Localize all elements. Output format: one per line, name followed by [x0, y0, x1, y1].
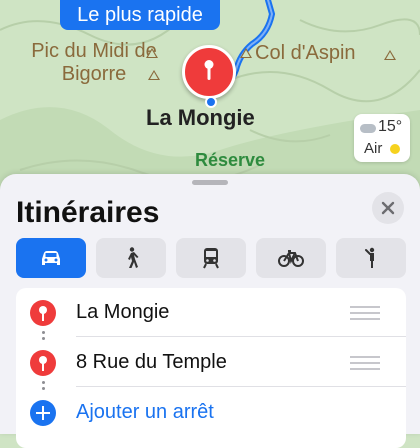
stop-label: La Mongie [76, 301, 170, 323]
add-stop-button[interactable]: Ajouter un arrêt [16, 388, 406, 436]
sheet-grabber[interactable] [192, 180, 228, 185]
divider [76, 336, 406, 337]
stop-label: 8 Rue du Temple [76, 351, 227, 373]
peak-icon [240, 48, 252, 58]
mode-transit-button[interactable] [176, 238, 246, 278]
mode-walk-button[interactable] [96, 238, 166, 278]
reorder-handle-icon[interactable] [350, 306, 380, 320]
close-icon [381, 201, 395, 215]
cloud-icon [360, 124, 376, 133]
route-stops-list: La Mongie 8 Rue du Temple Ajouter un arr… [16, 288, 406, 448]
close-button[interactable] [372, 192, 404, 224]
mode-car-button[interactable] [16, 238, 86, 278]
directions-sheet: Itinéraires La Mongie 8 Rue du Temple Aj… [0, 174, 420, 448]
stop-origin[interactable]: La Mongie [16, 288, 406, 336]
poi-col-d-aspin[interactable]: Col d'Aspin [255, 42, 356, 65]
add-stop-label: Ajouter un arrêt [76, 401, 214, 423]
plus-icon [30, 400, 56, 426]
rideshare-icon [365, 247, 375, 268]
mode-bike-button[interactable] [256, 238, 326, 278]
bike-icon [278, 250, 304, 267]
transit-icon [203, 248, 219, 269]
pin-icon [30, 350, 56, 376]
stop-destination[interactable]: 8 Rue du Temple [16, 338, 406, 386]
pin-icon [30, 300, 56, 326]
walk-icon [128, 247, 139, 268]
peak-icon [384, 50, 396, 60]
place-title[interactable]: La Mongie [146, 105, 255, 131]
mode-rideshare-button[interactable] [336, 238, 406, 278]
map-view[interactable]: Le plus rapide Pic du Midi de Bigorre Co… [0, 0, 420, 190]
weather-widget[interactable]: 15° Air [354, 114, 410, 162]
destination-pin-icon[interactable] [182, 45, 236, 99]
peak-icon [148, 70, 160, 80]
temperature: 15° [378, 118, 403, 135]
divider [76, 386, 406, 387]
car-icon [42, 251, 60, 265]
peak-icon [146, 48, 158, 58]
reserve-label[interactable]: Réserve [195, 150, 265, 171]
air-quality-indicator [390, 144, 400, 154]
poi-pic-du-midi[interactable]: Pic du Midi de Bigorre [30, 40, 158, 86]
air-quality-label: Air [364, 140, 383, 157]
route-option-badge[interactable]: Le plus rapide [60, 0, 220, 30]
sheet-title: Itinéraires [16, 196, 160, 229]
reorder-handle-icon[interactable] [350, 356, 380, 370]
transport-modes [16, 238, 406, 278]
